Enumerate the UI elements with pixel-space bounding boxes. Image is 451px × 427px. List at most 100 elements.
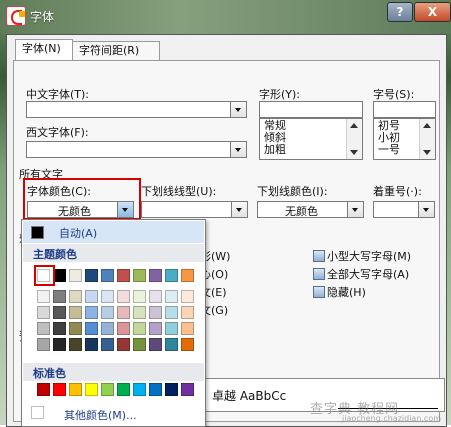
chevron-down-icon[interactable] [230, 142, 246, 157]
theme-shade-swatch[interactable] [149, 290, 162, 303]
theme-shade-swatch[interactable] [85, 306, 98, 319]
theme-color-swatch[interactable] [165, 269, 178, 282]
close-button[interactable]: X [414, 2, 451, 22]
theme-shade-swatch[interactable] [165, 322, 178, 335]
theme-color-swatch[interactable] [69, 269, 82, 282]
theme-shade-swatch[interactable] [37, 290, 50, 303]
underline-color-select[interactable]: 无颜色 [257, 201, 364, 218]
theme-color-swatch[interactable] [181, 269, 194, 282]
theme-shade-swatch[interactable] [165, 290, 178, 303]
font-size-list[interactable]: 初号 小初 一号 [373, 118, 436, 160]
help-button[interactable]: ? [387, 2, 413, 22]
theme-shade-swatch[interactable] [53, 290, 66, 303]
theme-shade-swatch[interactable] [85, 290, 98, 303]
scrollbar[interactable] [419, 119, 435, 159]
underline-color-value: 无颜色 [285, 205, 318, 218]
list-item[interactable]: 一号 [378, 144, 400, 156]
small-caps-checkbox[interactable] [313, 250, 325, 262]
theme-shade-swatch[interactable] [117, 322, 130, 335]
theme-color-swatch[interactable] [149, 269, 162, 282]
theme-shade-swatch[interactable] [101, 306, 114, 319]
theme-shade-swatch[interactable] [85, 322, 98, 335]
emphasis-label: 着重号(·): [373, 185, 422, 198]
theme-colors-heading: 主题颜色 [23, 244, 204, 262]
scrollbar[interactable] [346, 119, 362, 159]
theme-shade-swatch[interactable] [117, 338, 130, 351]
theme-shade-swatch[interactable] [133, 290, 146, 303]
font-size-input[interactable] [373, 101, 436, 118]
chevron-down-icon[interactable] [418, 202, 434, 217]
theme-shade-swatch[interactable] [69, 290, 82, 303]
more-colors-swatch-icon [31, 406, 44, 419]
standard-color-swatch[interactable] [101, 383, 114, 396]
tab-character-spacing[interactable]: 字符间距(R) [72, 41, 160, 60]
chevron-down-icon[interactable] [347, 202, 363, 217]
chinese-font-label: 中文字体(T): [26, 88, 90, 101]
theme-shade-swatch[interactable] [69, 338, 82, 351]
standard-color-swatch[interactable] [53, 383, 66, 396]
theme-shade-swatch[interactable] [181, 338, 194, 351]
theme-shade-swatch[interactable] [101, 322, 114, 335]
theme-color-swatch[interactable] [101, 269, 114, 282]
theme-shade-swatch[interactable] [53, 306, 66, 319]
theme-shade-swatch[interactable] [165, 338, 178, 351]
theme-shade-swatch[interactable] [69, 306, 82, 319]
theme-shade-swatch[interactable] [181, 322, 194, 335]
standard-color-swatch[interactable] [117, 383, 130, 396]
theme-color-swatch[interactable] [85, 269, 98, 282]
theme-shade-swatch[interactable] [133, 306, 146, 319]
chevron-down-icon[interactable] [230, 102, 246, 117]
theme-shade-swatch[interactable] [133, 322, 146, 335]
theme-shade-swatch[interactable] [149, 306, 162, 319]
auto-color-option[interactable]: 自动(A) [23, 221, 204, 243]
theme-shade-swatch[interactable] [69, 322, 82, 335]
theme-shade-swatch[interactable] [37, 338, 50, 351]
theme-shade-swatch[interactable] [37, 322, 50, 335]
theme-shade-swatch[interactable] [181, 306, 194, 319]
all-caps-checkbox[interactable] [313, 268, 325, 280]
standard-color-swatch[interactable] [133, 383, 146, 396]
western-font-select[interactable] [26, 141, 247, 158]
theme-shade-swatch[interactable] [53, 338, 66, 351]
font-color-highlight [23, 178, 141, 220]
theme-color-swatch[interactable] [133, 269, 146, 282]
standard-color-swatch[interactable] [149, 383, 162, 396]
theme-shade-swatch[interactable] [37, 306, 50, 319]
theme-shade-swatch[interactable] [117, 306, 130, 319]
chevron-down-icon[interactable] [231, 202, 247, 217]
standard-color-swatch[interactable] [69, 383, 82, 396]
underline-type-select[interactable] [141, 201, 248, 218]
theme-color-swatch[interactable] [117, 269, 130, 282]
title-bar: 字体 ? X [0, 0, 451, 34]
theme-colors-title: 主题颜色 [33, 248, 77, 261]
theme-shade-swatch[interactable] [101, 290, 114, 303]
window-frame: 字体 ? X 字体(N) 字符间距(R) 中文字体(T): 字形(Y): 字号(… [0, 0, 451, 427]
list-item[interactable]: 加粗 [264, 144, 286, 156]
tab-font[interactable]: 字体(N) [15, 39, 73, 61]
watermark-sub: jiaocheng.chazidian.com [342, 414, 442, 423]
font-style-list[interactable]: 常规 倾斜 加粗 [259, 118, 363, 160]
standard-colors-heading: 标准色 [23, 363, 204, 381]
theme-shade-swatch[interactable] [165, 306, 178, 319]
theme-shade-swatch[interactable] [53, 322, 66, 335]
font-style-input[interactable] [259, 101, 363, 118]
theme-shade-swatch[interactable] [181, 290, 194, 303]
small-caps-label: 小型大写字母(M) [327, 250, 412, 263]
standard-color-swatch[interactable] [85, 383, 98, 396]
theme-shade-swatch[interactable] [85, 338, 98, 351]
theme-shade-swatch[interactable] [149, 322, 162, 335]
chinese-font-select[interactable] [26, 101, 247, 118]
auto-color-label: 自动(A) [59, 227, 98, 240]
selected-swatch-highlight [34, 265, 55, 286]
standard-color-swatch[interactable] [181, 383, 194, 396]
standard-color-swatch[interactable] [165, 383, 178, 396]
theme-shade-swatch[interactable] [133, 338, 146, 351]
more-colors-option[interactable]: 其他颜色(M)... [23, 401, 204, 423]
standard-color-swatch[interactable] [37, 383, 50, 396]
theme-shade-swatch[interactable] [117, 290, 130, 303]
theme-shade-swatch[interactable] [149, 338, 162, 351]
hidden-checkbox[interactable] [313, 286, 325, 298]
emphasis-select[interactable] [373, 201, 435, 218]
font-size-label: 字号(S): [373, 88, 415, 101]
theme-shade-swatch[interactable] [101, 338, 114, 351]
